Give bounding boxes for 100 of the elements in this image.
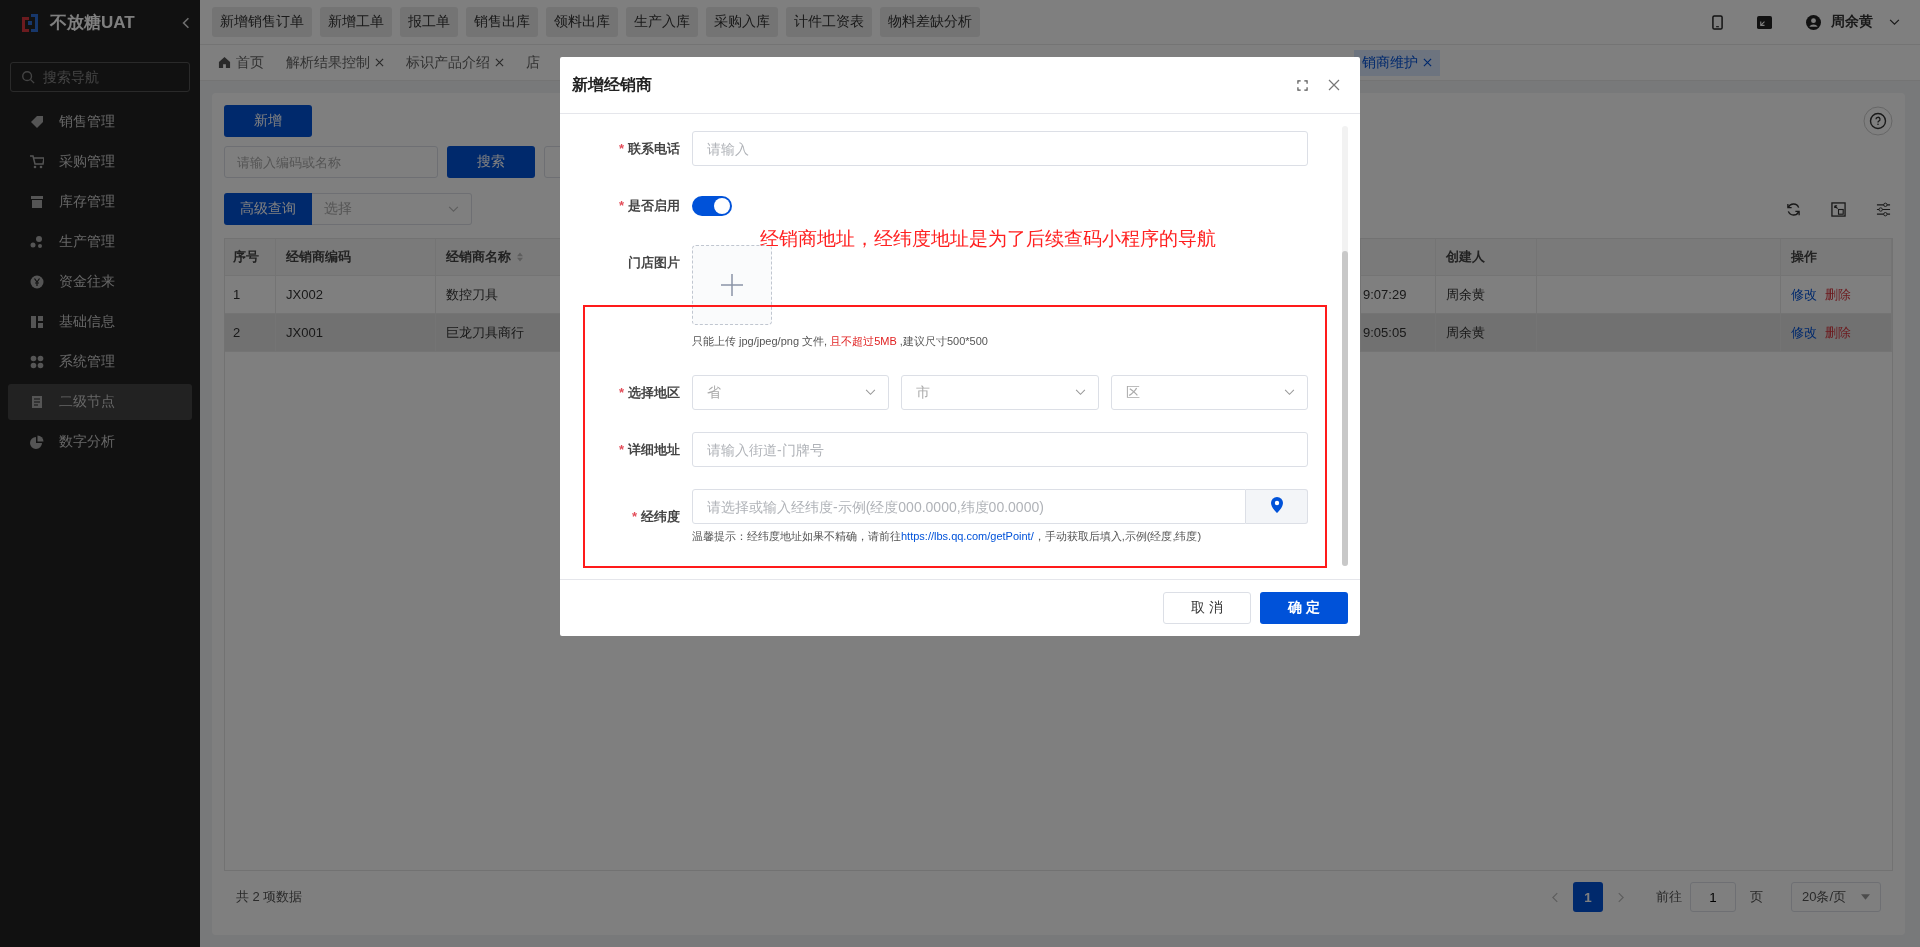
shortcut-button[interactable]: 领料出库 — [546, 7, 618, 37]
required-mark: * — [618, 198, 624, 213]
user-icon — [1806, 14, 1821, 30]
field-label: 门店图片 — [628, 255, 680, 270]
close-icon[interactable] — [375, 58, 384, 67]
home-icon — [218, 56, 231, 69]
shortcut-button[interactable]: 生产入库 — [626, 7, 698, 37]
sidebar-item[interactable]: 生产管理 — [8, 224, 192, 260]
fullscreen-icon[interactable] — [1297, 79, 1308, 91]
logo-icon — [20, 12, 40, 33]
resize-icon[interactable] — [1831, 201, 1846, 217]
image-upload[interactable] — [692, 245, 772, 325]
close-icon[interactable] — [1423, 58, 1432, 67]
table-cell: JX002 — [276, 276, 436, 313]
archive-icon — [30, 195, 44, 209]
total-count: 共 2 项数据 — [236, 888, 303, 906]
screen-icon[interactable] — [1757, 14, 1772, 30]
shortcut-button[interactable]: 新增销售订单 — [212, 7, 312, 37]
chevron-down-icon — [448, 205, 459, 213]
page-input[interactable]: 1 — [1690, 882, 1736, 912]
search-button[interactable]: 搜索 — [447, 146, 535, 178]
table-cell: 9:07:29 — [1361, 276, 1436, 313]
input-field[interactable]: 请选择或输入经纬度-示例(经度000.0000,纬度00.0000) — [692, 489, 1246, 524]
cancel-button[interactable]: 取 消 — [1163, 592, 1251, 624]
help-icon[interactable] — [1863, 106, 1893, 136]
shortcut-button[interactable]: 报工单 — [400, 7, 458, 37]
link[interactable]: https://lbs.qq.com/getPoint/ — [901, 530, 1034, 542]
input-field[interactable]: 请输入街道-门牌号 — [692, 432, 1308, 467]
logo-text: 不放糖UAT — [50, 12, 136, 34]
required-mark: * — [618, 442, 624, 457]
goto-label: 前往 — [1656, 888, 1682, 906]
settings-icon[interactable] — [1876, 201, 1891, 217]
menu-label: 生产管理 — [59, 233, 115, 251]
sidebar-item[interactable]: 销售管理 — [8, 104, 192, 140]
page-tab[interactable]: 店 — [518, 49, 548, 76]
shortcut-button[interactable]: 采购入库 — [706, 7, 778, 37]
table-cell: 2 — [225, 314, 276, 351]
menu-label: 数字分析 — [59, 433, 115, 451]
advanced-search-button[interactable]: 高级查询 — [224, 193, 312, 225]
input-field[interactable]: 请输入 — [692, 131, 1308, 166]
page-tab[interactable]: 首页 — [210, 49, 272, 76]
menu-label: 采购管理 — [59, 153, 115, 171]
confirm-button[interactable]: 确 定 — [1260, 592, 1348, 624]
dialog-title: 新增经销商 — [572, 74, 652, 95]
required-mark: * — [631, 509, 637, 524]
menu-label: 资金往来 — [59, 273, 115, 291]
collapse-icon[interactable] — [182, 16, 190, 29]
table-cell: 9:05:05 — [1361, 314, 1436, 351]
header-label: 经销商编码 — [286, 248, 351, 266]
page-tab[interactable]: 解析结果控制 — [278, 49, 392, 76]
yen-icon — [30, 275, 44, 289]
field-label: 选择地区 — [628, 385, 680, 400]
blocks-icon — [30, 315, 44, 329]
field-label: 详细地址 — [628, 442, 680, 457]
page-tab[interactable]: 标识产品介绍 — [398, 49, 512, 76]
shortcut-button[interactable]: 物料差缺分析 — [880, 7, 980, 37]
table-cell: 周余黄 — [1436, 276, 1537, 313]
sidebar-item[interactable]: 数字分析 — [8, 424, 192, 460]
chevron-down-icon[interactable] — [1889, 18, 1900, 26]
header-label: 操作 — [1791, 248, 1817, 266]
sidebar-item[interactable]: 系统管理 — [8, 344, 192, 380]
sidebar-item[interactable]: 基础信息 — [8, 304, 192, 340]
select-field[interactable]: 省 — [692, 375, 890, 410]
phone-icon[interactable] — [1712, 14, 1723, 30]
dots-icon — [30, 235, 44, 249]
tab-label: 店 — [526, 53, 540, 72]
tab-label: 首页 — [236, 53, 264, 72]
header-label: 序号 — [233, 248, 259, 266]
sidebar-item[interactable]: 库存管理 — [8, 184, 192, 220]
close-icon[interactable] — [1328, 79, 1340, 91]
shortcut-button[interactable]: 销售出库 — [466, 7, 538, 37]
menu-label: 系统管理 — [59, 353, 115, 371]
cart-icon — [30, 155, 44, 169]
edit-link[interactable]: 修改 — [1791, 323, 1817, 342]
shortcut-button[interactable]: 计件工资表 — [786, 7, 872, 37]
delete-link[interactable]: 删除 — [1825, 285, 1851, 304]
grid-icon — [30, 355, 44, 369]
shortcut-button[interactable]: 新增工单 — [320, 7, 392, 37]
field-label: 联系电话 — [628, 141, 680, 156]
table-cell: JX001 — [276, 314, 436, 351]
delete-link[interactable]: 删除 — [1825, 323, 1851, 342]
toggle-switch[interactable] — [692, 195, 732, 216]
edit-link[interactable]: 修改 — [1791, 285, 1817, 304]
close-icon[interactable] — [495, 58, 504, 67]
user-name[interactable]: 周余黄 — [1831, 13, 1873, 31]
sidebar-item[interactable]: 资金往来 — [8, 264, 192, 300]
page-size-select[interactable]: 20条/页 — [1791, 882, 1881, 912]
page-tab[interactable]: 销商维护 — [1354, 49, 1440, 76]
add-button[interactable]: 新增 — [224, 105, 312, 137]
page-button[interactable]: 1 — [1573, 882, 1603, 912]
field-label: 经纬度 — [641, 509, 680, 524]
select-field[interactable]: 市 — [901, 375, 1099, 410]
sidebar-item[interactable]: 采购管理 — [8, 144, 192, 180]
select-field[interactable]: 区 — [1110, 375, 1308, 410]
menu-label: 销售管理 — [59, 113, 115, 131]
location-button[interactable] — [1246, 489, 1308, 524]
required-mark: * — [618, 141, 624, 156]
refresh-icon[interactable] — [1786, 201, 1801, 217]
tab-label: 标识产品介绍 — [406, 53, 490, 72]
header-label: 经销商名称 — [446, 248, 511, 266]
